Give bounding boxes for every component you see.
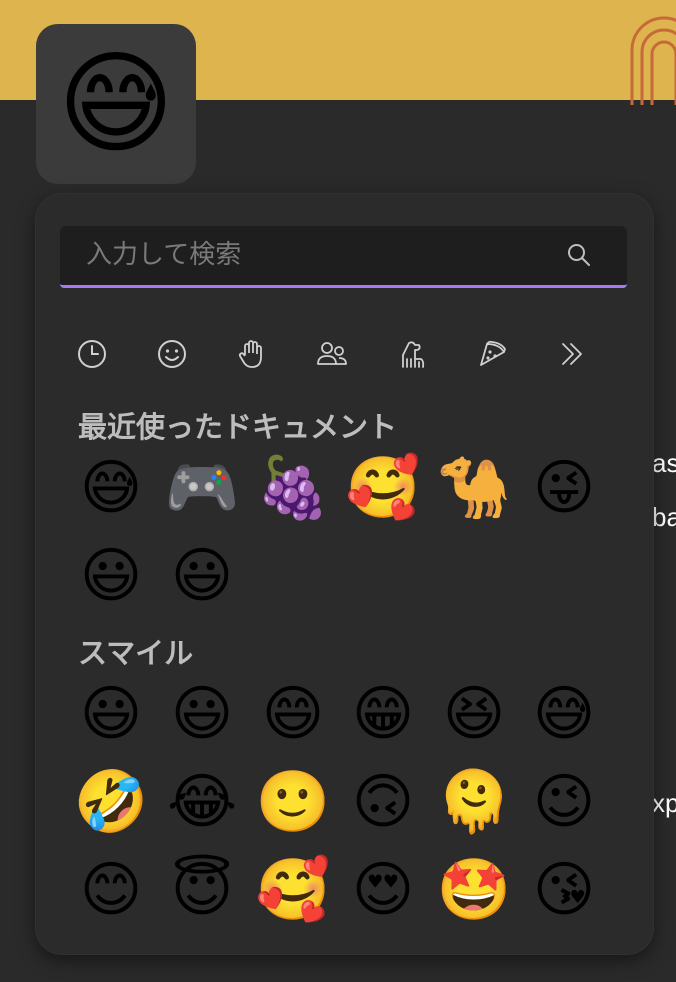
emoji-button[interactable]: 🙂: [253, 762, 333, 842]
emoji-glyph: 😘: [532, 855, 596, 925]
emoji-button[interactable]: 🥰: [253, 850, 333, 930]
emoji-button[interactable]: 😊: [71, 850, 151, 930]
emoji-button[interactable]: 😁: [343, 674, 423, 754]
emoji-button[interactable]: 😍: [343, 850, 423, 930]
emoji-glyph: 😄: [261, 679, 325, 749]
emoji-glyph: 😊: [79, 855, 143, 925]
emoji-button[interactable]: 😅: [524, 674, 604, 754]
emoji-button[interactable]: 🫠: [434, 762, 514, 842]
emoji-button[interactable]: 😃: [162, 674, 242, 754]
selected-emoji: 😅: [57, 39, 175, 169]
category-tab-more[interactable]: [552, 334, 592, 374]
emoji-button[interactable]: 😃: [71, 536, 151, 616]
emoji-glyph: 🥰: [345, 453, 421, 523]
emoji-button[interactable]: 😃: [162, 536, 242, 616]
emoji-button[interactable]: 😘: [524, 850, 604, 930]
section-title: 最近使ったドキュメント: [78, 410, 398, 444]
category-tab-food[interactable]: [472, 334, 512, 374]
emoji-glyph: 😅: [532, 679, 596, 749]
hand-icon: [239, 340, 262, 368]
emoji-button[interactable]: 😉: [524, 762, 604, 842]
dog-icon: [402, 341, 425, 368]
background-text: ba: [652, 502, 676, 532]
emoji-button[interactable]: 🐪: [434, 448, 514, 528]
emoji-glyph: 🍇: [255, 453, 331, 523]
search-box: [60, 226, 627, 288]
emoji-button[interactable]: 🙃: [343, 762, 423, 842]
people-icon: [317, 342, 347, 365]
clock-icon: [78, 340, 106, 368]
category-tab-recent[interactable]: [72, 334, 112, 374]
emoji-button[interactable]: 😆: [434, 674, 514, 754]
emoji-glyph: 🤣: [73, 767, 149, 837]
background-text: xp: [652, 788, 676, 818]
section-title: スマイル: [78, 636, 194, 670]
decorative-rings: [630, 16, 676, 105]
emoji-button[interactable]: 😃: [71, 674, 151, 754]
emoji-button[interactable]: 🤩: [434, 850, 514, 930]
emoji-glyph: 😁: [351, 679, 415, 749]
search-input[interactable]: [60, 226, 540, 284]
emoji-glyph: 🤩: [436, 855, 512, 925]
emoji-button[interactable]: 🥰: [343, 448, 423, 528]
category-bar: [72, 334, 622, 374]
emoji-button[interactable]: 🍇: [253, 448, 333, 528]
chevron-double-right-icon: [562, 343, 582, 365]
emoji-glyph: 😂: [166, 767, 238, 837]
emoji-glyph: 🎮: [164, 453, 240, 523]
emoji-picker: 最近使ったドキュメント😅🎮🍇🥰🐪😜😃😃スマイル😃😃😄😁😆😅🤣😂🙂🙃🫠😉😊😇🥰😍🤩…: [36, 194, 653, 954]
emoji-button[interactable]: 😅: [71, 448, 151, 528]
emoji-glyph: 😃: [79, 679, 143, 749]
category-tab-smileys[interactable]: [152, 334, 192, 374]
category-tab-people[interactable]: [232, 334, 272, 374]
selected-emoji-button[interactable]: 😅: [36, 24, 196, 184]
category-tab-people-group[interactable]: [312, 334, 352, 374]
emoji-button[interactable]: 😂: [162, 762, 242, 842]
emoji-glyph: 😇: [170, 855, 234, 925]
pizza-icon: [480, 340, 506, 366]
emoji-glyph: 😉: [532, 767, 596, 837]
emoji-button[interactable]: 🎮: [162, 448, 242, 528]
search-icon[interactable]: [564, 240, 594, 270]
emoji-glyph: 🙂: [255, 767, 331, 837]
emoji-button[interactable]: 😇: [162, 850, 242, 930]
emoji-glyph: 😍: [351, 855, 415, 925]
emoji-button[interactable]: 🤣: [71, 762, 151, 842]
emoji-glyph: 🙃: [351, 767, 415, 837]
emoji-glyph: 🥰: [255, 855, 331, 925]
emoji-glyph: 😅: [79, 453, 143, 523]
category-tab-animals[interactable]: [392, 334, 432, 374]
emoji-glyph: 😃: [79, 541, 143, 611]
emoji-glyph: 😆: [442, 679, 506, 749]
smiley-icon: [158, 340, 186, 368]
emoji-glyph: 🐪: [436, 453, 512, 523]
emoji-glyph: 🫠: [436, 767, 512, 837]
emoji-button[interactable]: 😄: [253, 674, 333, 754]
emoji-glyph: 😃: [170, 541, 234, 611]
emoji-grid: 最近使ったドキュメント 😅 🎮 🍇 🥰 🐪 😜 😃 😃 スマイル 😃 😃 😄 😁 😆 😅 🤣 😂 🙂 🙃 🫠 😉 😊 😇 🥰 😍 🤩…: [36, 404, 653, 932]
emoji-glyph: 😃: [170, 679, 234, 749]
background-text: as: [652, 448, 676, 478]
emoji-button[interactable]: 😜: [524, 448, 604, 528]
emoji-glyph: 😜: [532, 453, 596, 523]
